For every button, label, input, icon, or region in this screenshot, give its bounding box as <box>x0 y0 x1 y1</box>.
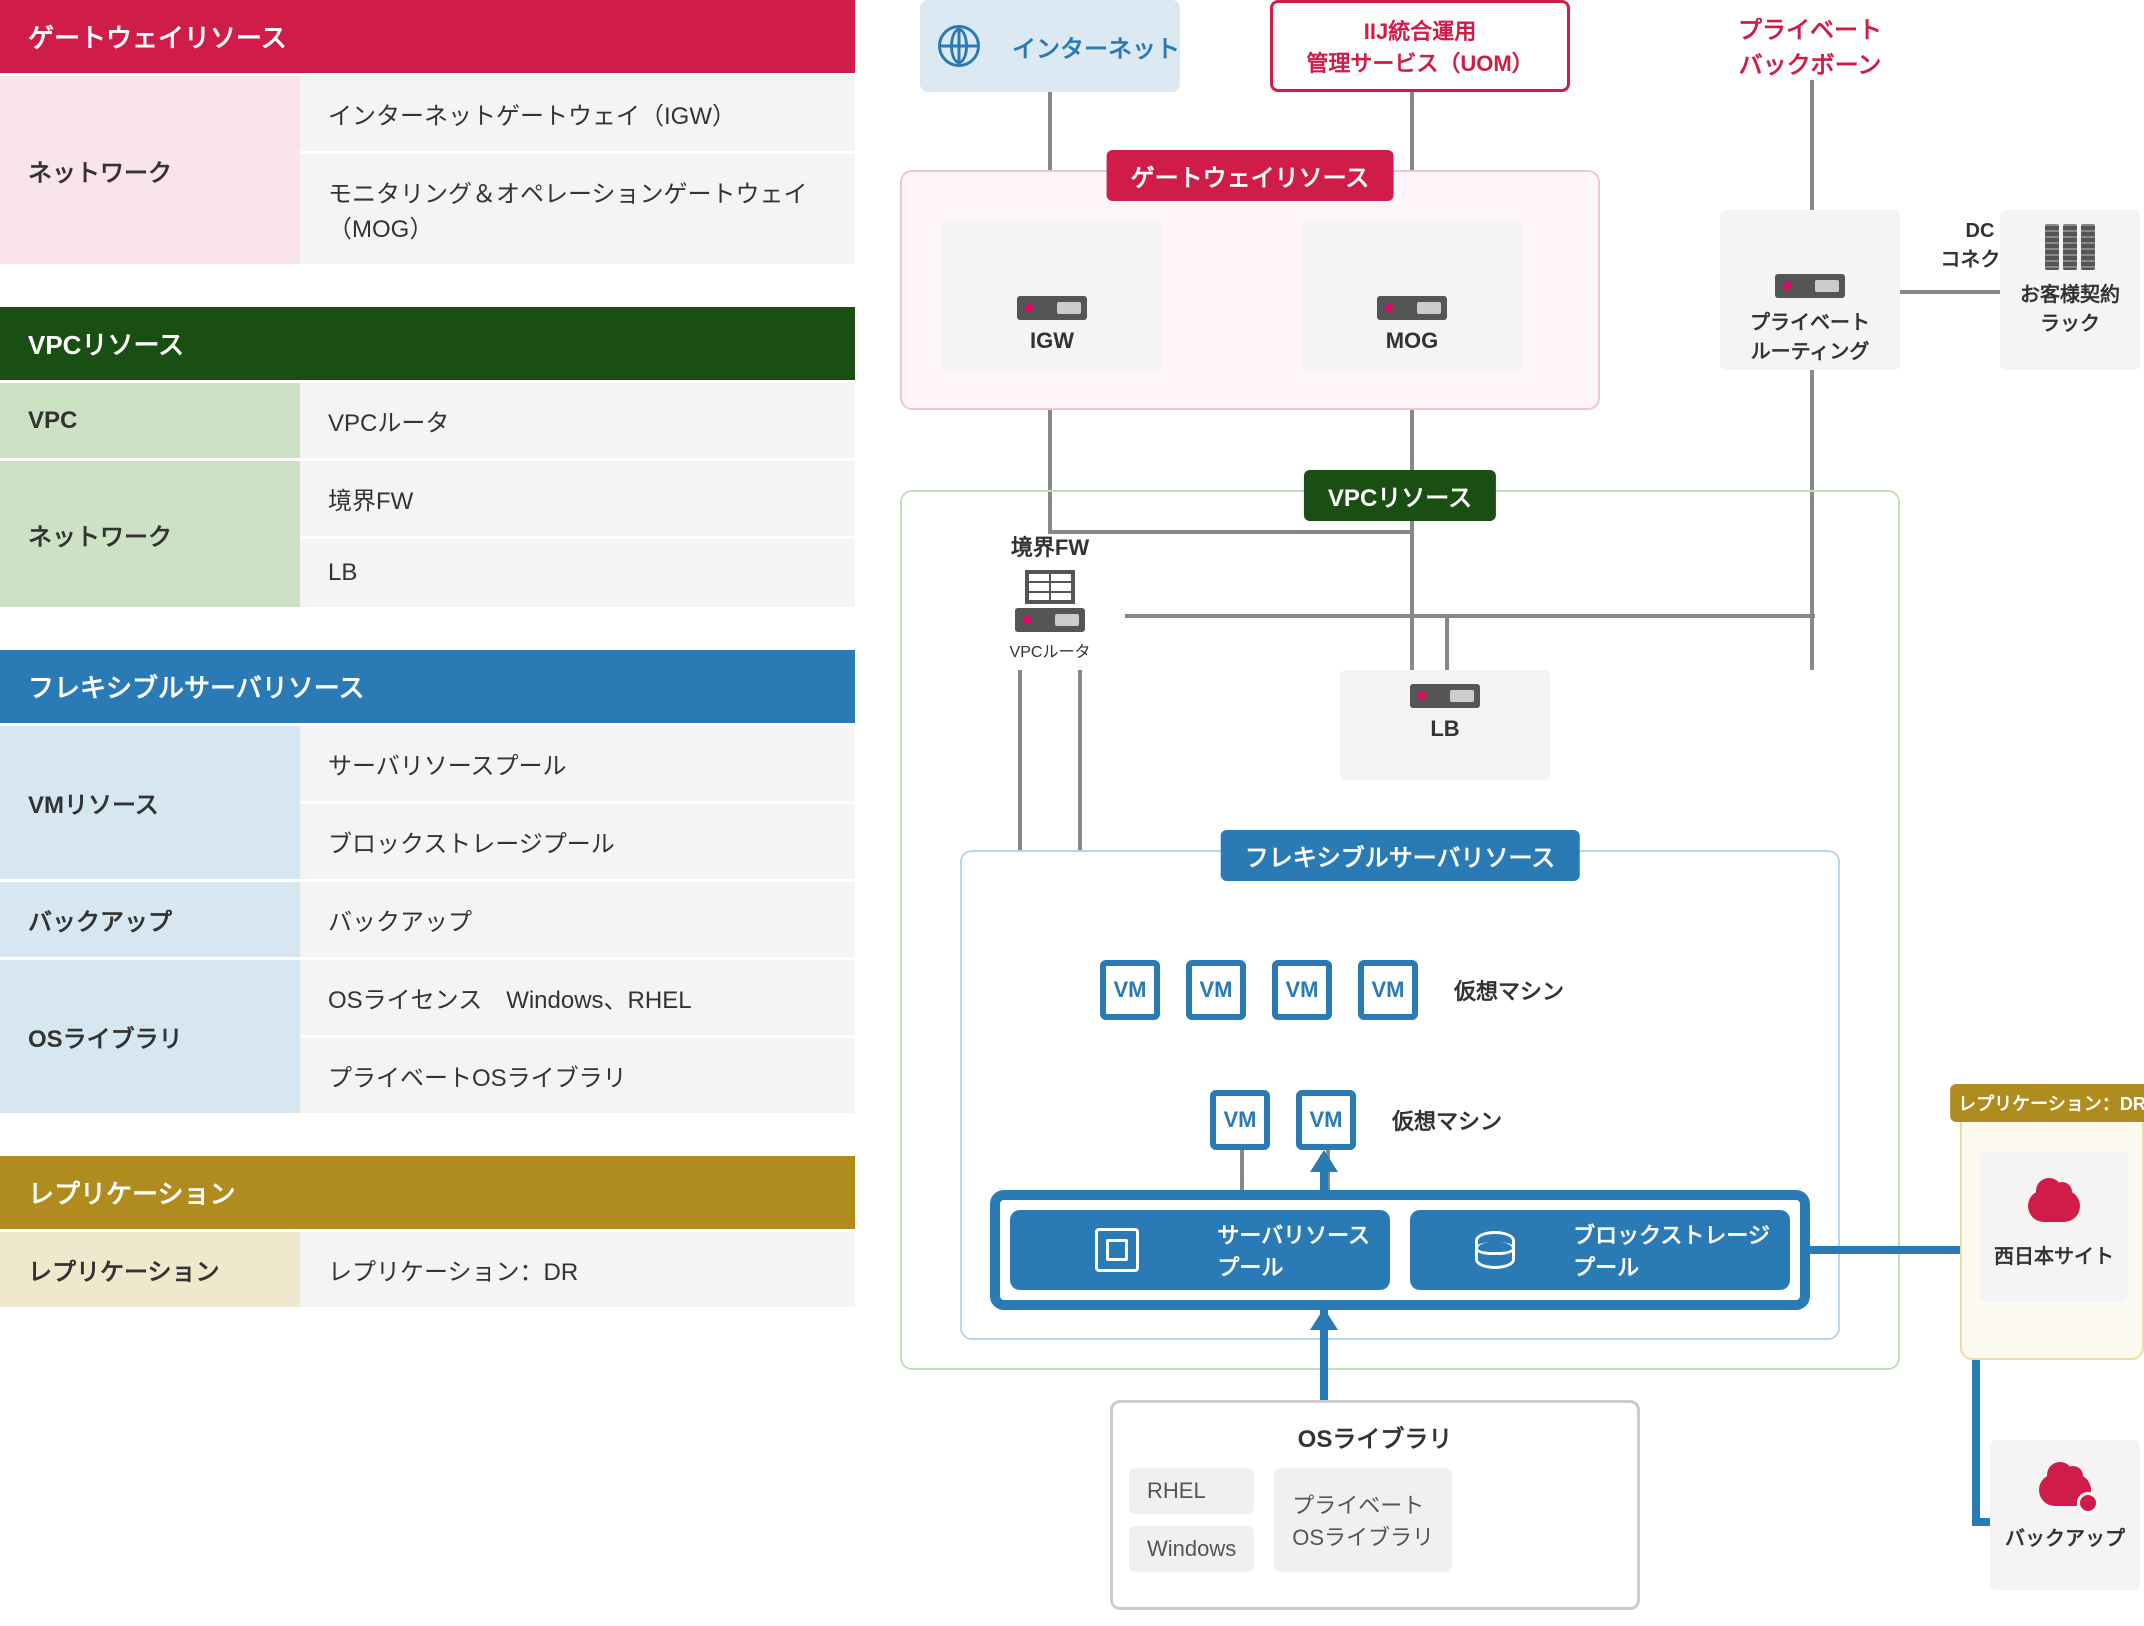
pool-server-line2: プール <box>1217 1250 1370 1282</box>
node-igw: IGW <box>942 222 1162 372</box>
flex-item-oslic: OSライセンス Windows、RHEL <box>300 959 855 1037</box>
device-icon <box>1377 296 1447 320</box>
vm-icon: VM <box>1296 1090 1356 1150</box>
node-private-routing: プライベート ルーティング <box>1720 210 1900 370</box>
os-chip-private: プライベート OSライブラリ <box>1274 1468 1452 1572</box>
cpu-icon <box>1095 1228 1139 1272</box>
table-flex-title: フレキシブルサーバリソース <box>0 650 855 725</box>
node-west-site: 西日本サイト <box>1980 1152 2128 1302</box>
rack-line1: お客様契約 <box>2006 278 2134 307</box>
panel-repl-title: レプリケーション：DR <box>1950 1084 2144 1122</box>
vpc-row-network-label: ネットワーク <box>0 460 300 609</box>
node-pools: サーバリソース プール ブロックストレージ プール <box>990 1190 1810 1310</box>
firewall-icon <box>1025 570 1075 604</box>
flex-row-oslib-label: OSライブラリ <box>0 959 300 1115</box>
panel-replication: レプリケーション：DR 西日本サイト <box>1960 1100 2144 1360</box>
vpc-row-vpc-label: VPC <box>0 382 300 460</box>
panel-vpc-title: VPCリソース <box>1304 470 1496 521</box>
storage-icon <box>1475 1231 1515 1269</box>
pbb-line2: バックボーン <box>1680 45 1940 80</box>
flex-row-backup-label: バックアップ <box>0 881 300 959</box>
pool-block: ブロックストレージ プール <box>1410 1210 1790 1290</box>
flex-item-backup: バックアップ <box>300 881 855 959</box>
pool-block-line2: プール <box>1573 1250 1770 1282</box>
table-gateway-title: ゲートウェイリソース <box>0 0 855 75</box>
table-vpc: VPCリソース VPC VPCルータ ネットワーク 境界FW LB <box>0 307 855 610</box>
node-private-backbone: プライベート バックボーン <box>1680 10 1940 80</box>
vpc-item-fw: 境界FW <box>300 460 855 538</box>
table-gateway: ゲートウェイリソース ネットワーク インターネットゲートウェイ（IGW） モニタ… <box>0 0 855 267</box>
uom-line1: IIJ統合運用 <box>1364 14 1476 46</box>
pbb-line1: プライベート <box>1680 10 1940 45</box>
device-icon <box>1775 274 1845 298</box>
table-vpc-title: VPCリソース <box>0 307 855 382</box>
device-icon <box>1017 296 1087 320</box>
vm-icon: VM <box>1100 960 1160 1020</box>
flex-row-vm-label: VMリソース <box>0 725 300 881</box>
flex-item-private-os: プライベートOSライブラリ <box>300 1037 855 1115</box>
device-icon <box>1015 608 1085 632</box>
vpc-item-lb: LB <box>300 538 855 609</box>
vm-row-2: VM VM 仮想マシン <box>1210 1090 1502 1150</box>
node-uom: IIJ統合運用 管理サービス（UOM） <box>1270 0 1570 92</box>
backup-label: バックアップ <box>1996 1522 2134 1551</box>
vm-icon: VM <box>1272 960 1332 1020</box>
node-customer-rack: お客様契約 ラック <box>2000 210 2140 370</box>
vpc-item-router: VPCルータ <box>300 382 855 460</box>
panel-gateway-title: ゲートウェイリソース <box>1107 150 1394 201</box>
flex-item-block-pool: ブロックストレージプール <box>300 803 855 881</box>
repl-item-dr: レプリケーション：DR <box>300 1231 855 1309</box>
oslib-title: OSライブラリ <box>1129 1419 1621 1454</box>
node-os-library: OSライブラリ RHEL Windows プライベート OSライブラリ <box>1110 1400 1640 1610</box>
node-internet: インターネット <box>920 0 1180 92</box>
node-mog: MOG <box>1302 222 1522 372</box>
gateway-item-mog: モニタリング＆オペレーションゲートウェイ（MOG） <box>300 153 855 266</box>
node-lb: LB <box>1340 670 1550 780</box>
vm-icon: VM <box>1186 960 1246 1020</box>
os-chip-rhel: RHEL <box>1129 1468 1254 1514</box>
node-backup: バックアップ <box>1990 1440 2140 1590</box>
table-repl-title: レプリケーション <box>0 1156 855 1231</box>
panel-flex-title: フレキシブルサーバリソース <box>1221 830 1580 881</box>
table-replication: レプリケーション レプリケーション レプリケーション：DR <box>0 1156 855 1310</box>
vm-row-1: VM VM VM VM 仮想マシン <box>1100 960 1564 1020</box>
vm-row2-label: 仮想マシン <box>1392 1104 1502 1136</box>
lb-label: LB <box>1346 716 1544 742</box>
cloud-icon <box>2028 1190 2080 1222</box>
globe-icon <box>938 25 980 67</box>
pr-line2: ルーティング <box>1751 341 1870 363</box>
pool-server-line1: サーバリソース <box>1217 1218 1370 1250</box>
repl-row-label: レプリケーション <box>0 1231 300 1309</box>
vm-row1-label: 仮想マシン <box>1454 974 1564 1006</box>
rack-line2: ラック <box>2040 313 2100 335</box>
flex-item-server-pool: サーバリソースプール <box>300 725 855 803</box>
internet-label: インターネット <box>1012 29 1180 64</box>
gateway-row-network-label: ネットワーク <box>0 75 300 266</box>
pool-block-line1: ブロックストレージ <box>1573 1218 1770 1250</box>
vpc-router-label: VPCルータ <box>970 638 1130 662</box>
west-site-label: 西日本サイト <box>1986 1240 2122 1269</box>
pool-server: サーバリソース プール <box>1010 1210 1390 1290</box>
os-chip-windows: Windows <box>1129 1526 1254 1572</box>
panel-gateway: ゲートウェイリソース IGW MOG <box>900 170 1600 410</box>
rack-icon <box>2045 224 2095 270</box>
vm-icon: VM <box>1358 960 1418 1020</box>
node-boundary-fw: 境界FW VPCルータ <box>970 530 1130 662</box>
pr-line1: プライベート <box>1726 306 1894 335</box>
vm-icon: VM <box>1210 1090 1270 1150</box>
gateway-item-igw: インターネットゲートウェイ（IGW） <box>300 75 855 153</box>
mog-label: MOG <box>1308 328 1516 354</box>
igw-label: IGW <box>948 328 1156 354</box>
table-flex: フレキシブルサーバリソース VMリソース サーバリソースプール ブロックストレー… <box>0 650 855 1116</box>
uom-line2: 管理サービス（UOM） <box>1306 46 1533 78</box>
boundary-fw-label: 境界FW <box>970 530 1130 562</box>
device-icon <box>1410 684 1480 708</box>
